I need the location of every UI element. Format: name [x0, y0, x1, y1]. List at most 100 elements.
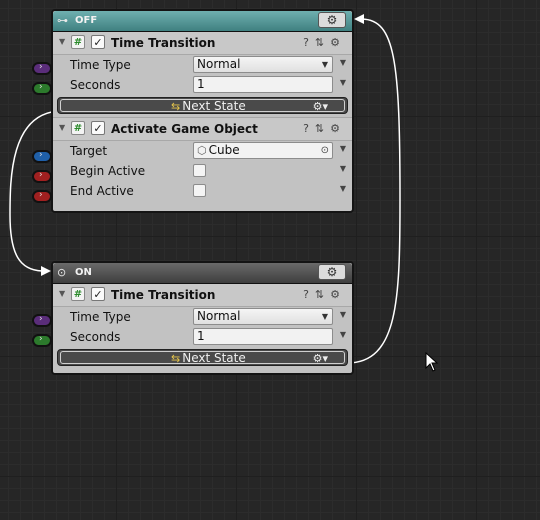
seconds-row: Seconds 1 ▼ [53, 327, 352, 347]
target-row: Target ⬡ Cube ⊙ ▼ [53, 141, 352, 161]
port-chevron-icon: › [39, 334, 43, 344]
row-menu-icon[interactable]: ▼ [340, 310, 346, 319]
time-type-row: Time Type Normal ▼ ▼ [53, 55, 352, 75]
state-gear-button[interactable]: ⚙ [318, 12, 346, 28]
time-type-input-port[interactable]: › [32, 314, 52, 327]
script-icon: # [71, 287, 85, 301]
transition-icon: ⇆ [171, 352, 181, 365]
state-node-off[interactable]: ⊶ OFF ⚙ ▼ # ✓ Time Transition ?⇅⚙ Time T… [51, 9, 354, 213]
on-to-off-wire [346, 18, 401, 364]
next-state-event-row[interactable]: ⇆ Next State ⚙▾ [53, 95, 352, 117]
end-active-row: End Active ▼ [53, 181, 352, 201]
time-type-dropdown[interactable]: Normal ▼ [193, 308, 333, 325]
mouse-cursor-icon [425, 352, 439, 372]
state-gear-button[interactable]: ⚙ [318, 264, 346, 280]
target-input-port[interactable]: › [32, 150, 52, 163]
seconds-label: Seconds [70, 78, 121, 92]
time-type-value: Normal [197, 57, 241, 71]
state-title: OFF [75, 15, 98, 26]
action-header-icons: ?⇅⚙ [303, 288, 346, 301]
action-header-icons: ?⇅⚙ [303, 36, 346, 49]
event-gear-icon[interactable]: ⚙▾ [313, 352, 328, 365]
event-label: ⇆ Next State [171, 99, 246, 114]
end-active-label: End Active [70, 184, 134, 198]
row-menu-icon[interactable]: ▼ [340, 144, 346, 153]
time-type-dropdown[interactable]: Normal ▼ [193, 56, 333, 73]
port-chevron-icon: › [39, 314, 43, 324]
state-header-off[interactable]: ⊶ OFF ⚙ [53, 11, 352, 32]
begin-active-checkbox[interactable] [193, 164, 206, 177]
action-header-time-transition[interactable]: ▼ # ✓ Time Transition ?⇅⚙ [53, 32, 352, 55]
off-to-on-arrowhead [41, 266, 51, 276]
settings-icon[interactable]: ⚙ [330, 122, 346, 135]
action-header-activate-game-object[interactable]: ▼ # ✓ Activate Game Object ?⇅⚙ [53, 117, 352, 141]
port-chevron-icon: › [39, 190, 43, 200]
action-title: Time Transition [111, 36, 216, 50]
fold-icon[interactable]: ▼ [59, 37, 65, 46]
presets-icon[interactable]: ⇅ [315, 122, 330, 135]
seconds-input[interactable]: 1 [193, 76, 333, 93]
script-icon: # [71, 35, 85, 49]
port-chevron-icon: › [39, 170, 43, 180]
time-type-input-port[interactable]: › [32, 62, 52, 75]
event-bar-inner: ⇆ Next State ⚙▾ [60, 351, 345, 366]
action-header-time-transition[interactable]: ▼ # ✓ Time Transition ?⇅⚙ [53, 284, 352, 307]
state-node-on[interactable]: ⊙ ON ⚙ ▼ # ✓ Time Transition ?⇅⚙ Time Ty… [51, 261, 354, 375]
transition-icon: ⇆ [171, 100, 181, 113]
time-type-label: Time Type [70, 58, 131, 72]
chevron-down-icon: ▼ [321, 60, 328, 69]
target-value: Cube [208, 143, 240, 157]
enable-checkbox[interactable]: ✓ [91, 287, 105, 301]
row-menu-icon[interactable]: ▼ [340, 184, 346, 193]
end-active-input-port[interactable]: › [32, 190, 52, 203]
settings-icon[interactable]: ⚙ [330, 36, 346, 49]
help-icon[interactable]: ? [303, 36, 315, 49]
seconds-label: Seconds [70, 330, 121, 344]
time-type-row: Time Type Normal ▼ ▼ [53, 307, 352, 327]
port-chevron-icon: › [39, 62, 43, 72]
chevron-down-icon: ▼ [321, 312, 328, 321]
row-menu-icon[interactable]: ▼ [340, 78, 346, 87]
event-bar[interactable]: ⇆ Next State ⚙▾ [57, 349, 348, 366]
settings-icon[interactable]: ⚙ [330, 288, 346, 301]
port-chevron-icon: › [39, 150, 43, 160]
event-label-text: Next State [182, 351, 246, 365]
event-label-text: Next State [182, 99, 246, 113]
end-active-checkbox[interactable] [193, 184, 206, 197]
begin-active-input-port[interactable]: › [32, 170, 52, 183]
event-label: ⇆ Next State [171, 351, 246, 366]
begin-active-label: Begin Active [70, 164, 146, 178]
action-header-icons: ?⇅⚙ [303, 122, 346, 135]
seconds-input-port[interactable]: › [32, 82, 52, 95]
key-icon: ⊶ [57, 14, 68, 27]
object-picker-icon[interactable]: ⊙ [321, 143, 329, 159]
presets-icon[interactable]: ⇅ [315, 36, 330, 49]
target-object-field[interactable]: ⬡ Cube ⊙ [193, 142, 333, 159]
begin-active-row: Begin Active ▼ [53, 161, 352, 181]
event-gear-icon[interactable]: ⚙▾ [313, 100, 328, 113]
action-title: Activate Game Object [111, 122, 258, 136]
port-chevron-icon: › [39, 82, 43, 92]
seconds-input[interactable]: 1 [193, 328, 333, 345]
cube-icon: ⬡ [197, 144, 207, 157]
fold-icon[interactable]: ▼ [59, 123, 65, 132]
help-icon[interactable]: ? [303, 122, 315, 135]
help-icon[interactable]: ? [303, 288, 315, 301]
target-label: Target [70, 144, 108, 158]
row-menu-icon[interactable]: ▼ [340, 330, 346, 339]
script-icon: # [71, 121, 85, 135]
enable-checkbox[interactable]: ✓ [91, 35, 105, 49]
row-menu-icon[interactable]: ▼ [340, 164, 346, 173]
state-title: ON [75, 267, 92, 278]
enable-checkbox[interactable]: ✓ [91, 121, 105, 135]
action-title: Time Transition [111, 288, 216, 302]
time-type-label: Time Type [70, 310, 131, 324]
next-state-event-row[interactable]: ⇆ Next State ⚙▾ [53, 347, 352, 369]
event-bar[interactable]: ⇆ Next State ⚙▾ [57, 97, 348, 114]
fold-icon[interactable]: ▼ [59, 289, 65, 298]
row-menu-icon[interactable]: ▼ [340, 58, 346, 67]
seconds-row: Seconds 1 ▼ [53, 75, 352, 95]
presets-icon[interactable]: ⇅ [315, 288, 330, 301]
seconds-input-port[interactable]: › [32, 334, 52, 347]
state-header-on[interactable]: ⊙ ON ⚙ [53, 263, 352, 284]
